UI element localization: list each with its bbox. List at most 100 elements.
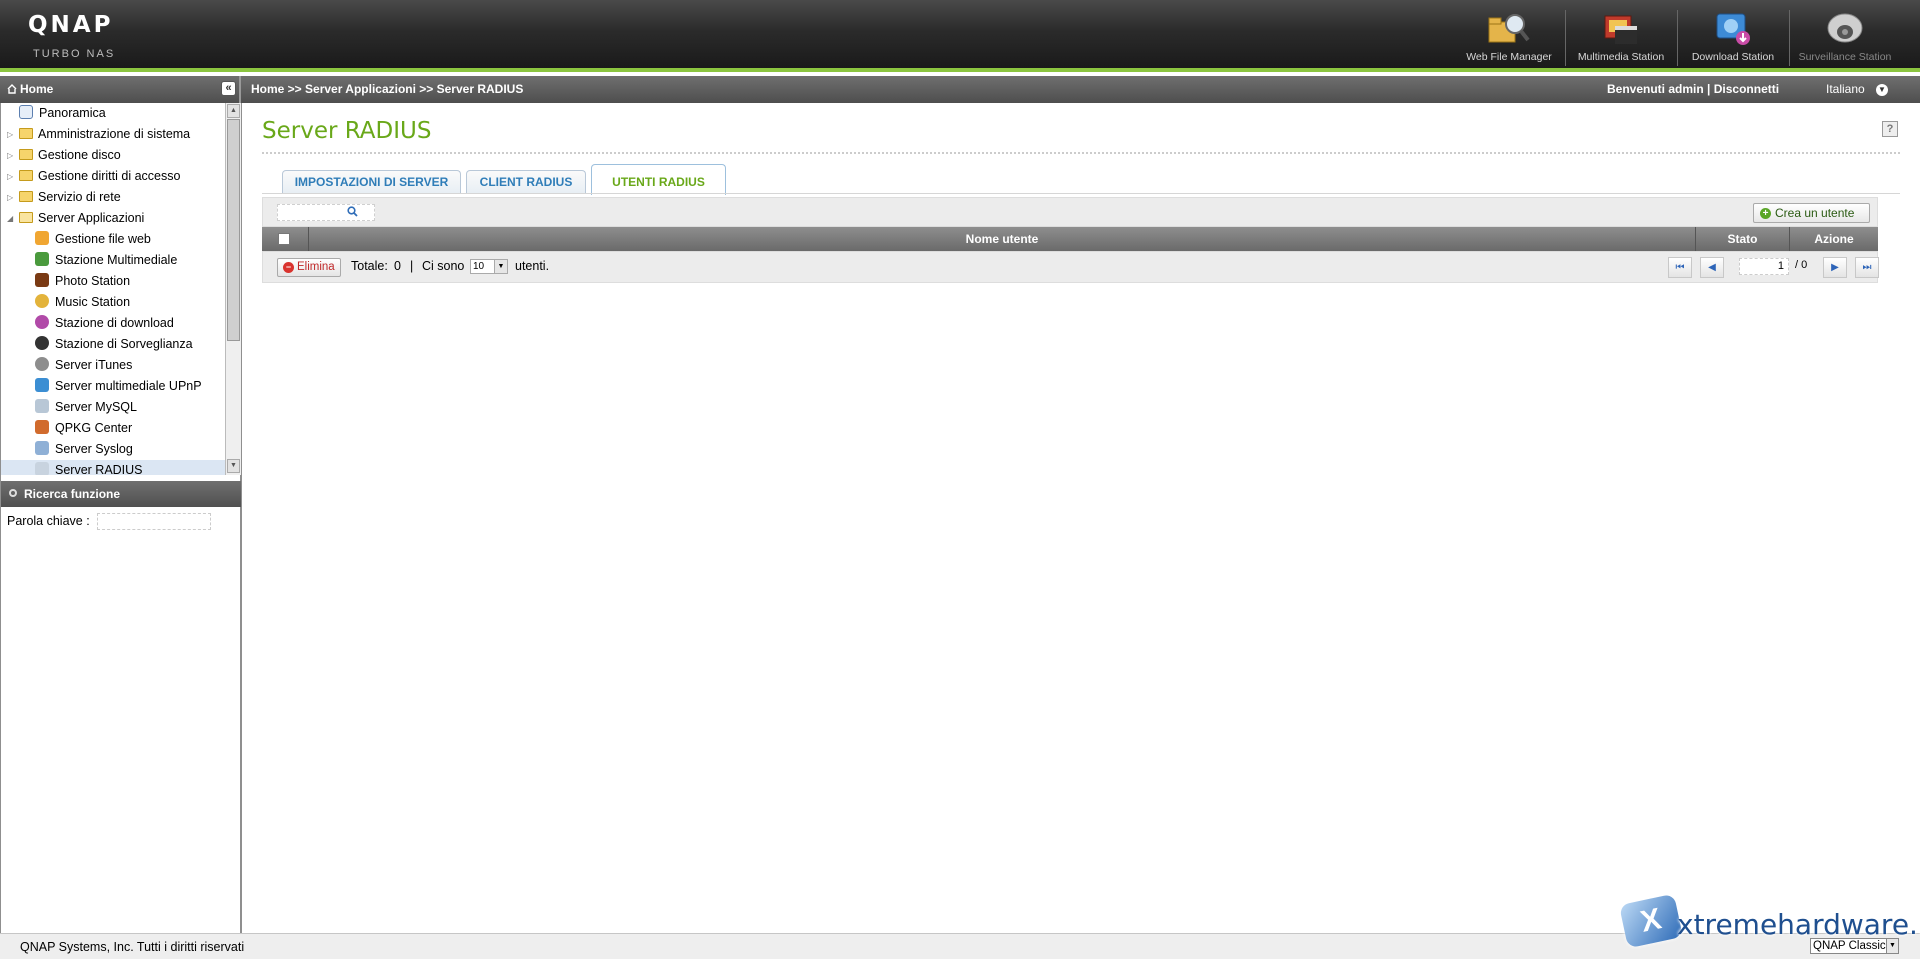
download-icon [35, 315, 49, 329]
sidebar-home-label[interactable]: Home [20, 82, 53, 96]
tree-item-servizio-rete[interactable]: ▷ Servizio di rete [1, 187, 225, 208]
folder-icon [19, 170, 33, 181]
column-header-stato[interactable]: Stato [1696, 227, 1790, 251]
tree-scrollbar[interactable]: ▲ ▼ [225, 103, 466, 475]
app-multimedia-station[interactable]: Multimedia Station [1566, 10, 1676, 66]
app-web-file-manager[interactable]: Web File Manager [1454, 10, 1564, 66]
download-station-icon [1711, 10, 1755, 48]
column-header-nome-utente[interactable]: Nome utente [309, 227, 1696, 251]
app-label: Download Station [1691, 51, 1775, 63]
tree-item-amministrazione[interactable]: ▷ Amministrazione di sistema [1, 124, 225, 145]
total-value: 0 [394, 259, 401, 273]
home-icon [7, 77, 17, 94]
camera-icon [35, 336, 49, 350]
app-download-station[interactable]: Download Station [1678, 10, 1788, 66]
radius-icon [35, 462, 49, 475]
tree-item-server-upnp[interactable]: Server multimediale UPnP [35, 376, 202, 397]
upnp-icon [35, 378, 49, 392]
prev-page-button[interactable]: ◀ [1700, 257, 1724, 278]
last-page-button[interactable]: ⏭ [1855, 257, 1879, 278]
tree-item-diritti-accesso[interactable]: ▷ Gestione diritti di accesso [1, 166, 225, 187]
app-label: Surveillance Station [1798, 51, 1892, 63]
page-number-input[interactable]: 1 [1739, 258, 1789, 275]
log-icon [35, 441, 49, 455]
watermark-text: xtremehardware.it [1677, 908, 1920, 941]
tree-item-stazione-multimediale[interactable]: Stazione Multimediale [35, 250, 177, 271]
tree-item-music-station[interactable]: Music Station [35, 292, 130, 313]
tree-item-label: Panoramica [39, 106, 106, 120]
collapse-sidebar-button[interactable]: « [221, 81, 236, 96]
tree-item-server-itunes[interactable]: Server iTunes [35, 355, 132, 376]
folder-icon [19, 128, 33, 139]
tree-item-qpkg-center[interactable]: QPKG Center [35, 418, 132, 439]
photo-icon [35, 273, 49, 287]
tree-item-photo-station[interactable]: Photo Station [35, 271, 130, 292]
scroll-up-icon[interactable]: ▲ [227, 104, 240, 118]
tab-utenti-radius[interactable]: UTENTI RADIUS [591, 164, 726, 195]
tree-item-label: QPKG Center [55, 421, 133, 435]
expand-arrow-icon[interactable]: ▷ [7, 145, 15, 166]
copyright-text: QNAP Systems, Inc. Tutti i diritti riser… [20, 940, 245, 954]
expand-arrow-icon[interactable]: ▷ [7, 166, 15, 187]
tree-item-server-mysql[interactable]: Server MySQL [35, 397, 137, 418]
tree-item-label: Server Applicazioni [38, 211, 145, 225]
expand-arrow-icon[interactable]: ▷ [7, 187, 15, 208]
database-icon [35, 399, 49, 413]
chevron-down-icon[interactable]: ▼ [494, 260, 507, 273]
tree-item-label: Gestione file web [55, 232, 151, 246]
collapse-arrow-icon[interactable]: ◢ [7, 208, 15, 229]
sidebar-header: Home « [0, 76, 241, 103]
page-size-select[interactable]: 10 ▼ [470, 259, 508, 274]
separator: | [1707, 82, 1711, 96]
app-surveillance-station[interactable]: Surveillance Station [1790, 10, 1900, 66]
scroll-down-icon[interactable]: ▼ [227, 459, 240, 473]
breadcrumb: Home >> Server Applicazioni >> Server RA… [251, 82, 524, 96]
tree-item-label: Server MySQL [55, 400, 137, 414]
logout-link[interactable]: Disconnetti [1714, 82, 1779, 96]
tree-item-label: Stazione di Sorveglianza [55, 337, 193, 351]
create-user-button[interactable]: + Crea un utente [1753, 203, 1870, 223]
create-user-label: Crea un utente [1775, 206, 1855, 220]
overview-icon [19, 105, 33, 119]
tree-item-server-syslog[interactable]: Server Syslog [35, 439, 133, 460]
watermark: X xtremehardware.it [1619, 893, 1920, 954]
web-file-manager-icon [1487, 10, 1531, 48]
language-selector[interactable]: Italiano [1826, 76, 1865, 103]
keyword-input[interactable] [97, 513, 211, 530]
multimedia-station-icon [1599, 10, 1643, 48]
package-icon [35, 420, 49, 434]
tree-item-server-applicazioni[interactable]: ◢ Server Applicazioni [1, 208, 225, 229]
expand-arrow-icon[interactable]: ▷ [7, 124, 15, 145]
delete-button[interactable]: − Elimina [277, 258, 341, 277]
app-label: Web File Manager [1466, 51, 1552, 63]
tree-item-label: Stazione Multimediale [55, 253, 178, 267]
tree-item-gestione-file-web[interactable]: Gestione file web [35, 229, 151, 250]
search-icon[interactable] [347, 206, 358, 220]
tree-item-stazione-sorveglianza[interactable]: Stazione di Sorveglianza [35, 334, 193, 355]
per-page-suffix: utenti. [515, 259, 550, 273]
surveillance-station-icon [1823, 10, 1867, 48]
tree-item-panoramica[interactable]: Panoramica [19, 103, 106, 124]
tab-impostazioni-server[interactable]: IMPOSTAZIONI DI SERVER [282, 170, 461, 194]
tree-item-label: Photo Station [55, 274, 131, 288]
function-search-header: Ricerca funzione [1, 481, 241, 507]
chevron-down-icon[interactable]: ▼ [1876, 84, 1888, 96]
app-header: QNAP TURBO NAS Web File Manager Multimed… [0, 0, 1920, 72]
tab-baseline [262, 193, 1900, 194]
tree-item-label: Gestione disco [38, 148, 121, 162]
first-page-button[interactable]: ⏮ [1668, 257, 1692, 278]
help-icon[interactable]: ? [1882, 121, 1898, 137]
tab-client-radius[interactable]: CLIENT RADIUS [466, 170, 586, 194]
tree-item-server-radius[interactable]: Server RADIUS [1, 460, 225, 475]
folder-icon [19, 191, 33, 202]
next-page-button[interactable]: ▶ [1823, 257, 1847, 278]
tree-item-gestione-disco[interactable]: ▷ Gestione disco [1, 145, 225, 166]
user-search-input[interactable] [277, 204, 375, 221]
add-icon: + [1760, 208, 1771, 219]
scrollbar-thumb[interactable] [227, 119, 240, 341]
tree-item-label: Server multimediale UPnP [55, 379, 202, 393]
select-all-checkbox[interactable] [278, 233, 290, 245]
tree-item-label: Server iTunes [55, 358, 133, 372]
qnap-logo: QNAP [28, 12, 114, 38]
tree-item-stazione-download[interactable]: Stazione di download [35, 313, 174, 334]
